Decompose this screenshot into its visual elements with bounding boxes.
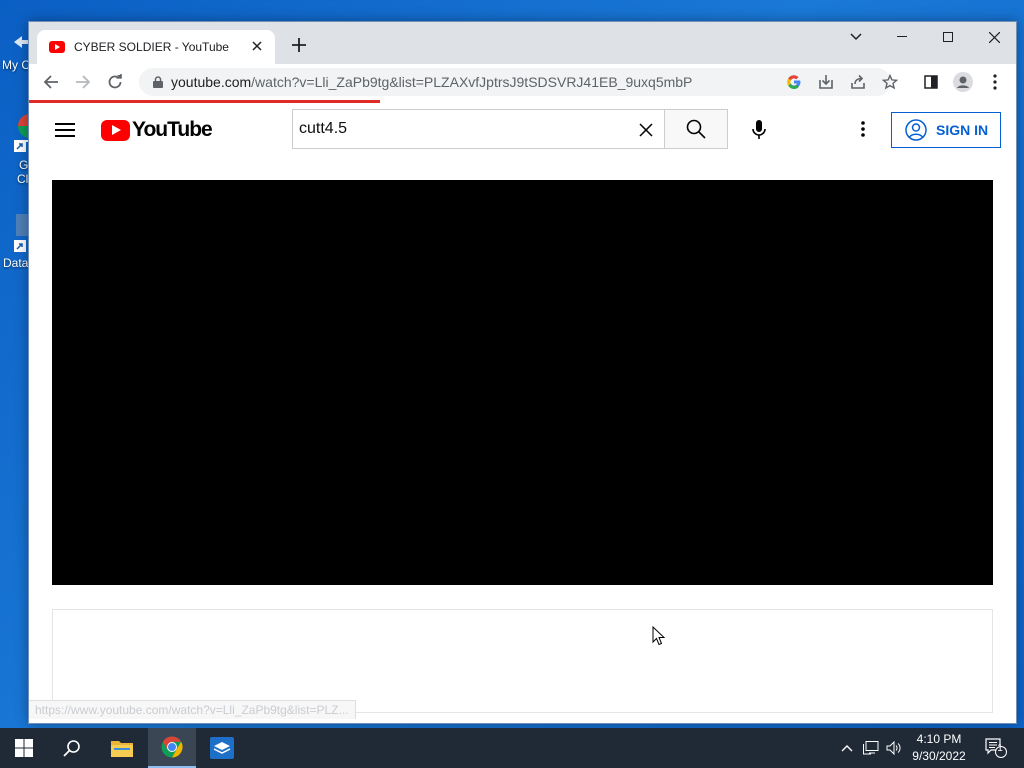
shortcut-arrow-icon bbox=[14, 140, 26, 152]
reload-button[interactable] bbox=[101, 68, 129, 96]
tab-close-icon[interactable] bbox=[247, 38, 267, 56]
notification-count-badge: 1 bbox=[997, 743, 1003, 754]
windows-logo-icon bbox=[15, 739, 33, 757]
network-icon[interactable] bbox=[860, 728, 882, 768]
google-lens-icon[interactable] bbox=[780, 68, 808, 96]
back-button[interactable] bbox=[37, 68, 65, 96]
data-folder-icon[interactable] bbox=[14, 214, 28, 254]
search-icon bbox=[63, 740, 80, 757]
desktop-icon-label-my-computer[interactable]: My C bbox=[2, 58, 30, 72]
link-status-bubble: https://www.youtube.com/watch?v=Lli_ZaPb… bbox=[29, 700, 356, 719]
bookmark-star-icon[interactable] bbox=[876, 68, 904, 96]
voice-search-button[interactable] bbox=[739, 110, 779, 150]
tab-title: CYBER SOLDIER - YouTube bbox=[74, 40, 229, 54]
tab-search-chevron-icon[interactable] bbox=[833, 22, 879, 52]
app-taskbar-button[interactable] bbox=[198, 728, 246, 768]
youtube-favicon-icon bbox=[49, 41, 65, 53]
file-explorer-button[interactable] bbox=[98, 728, 146, 768]
search-icon bbox=[686, 119, 706, 139]
taskbar-search-button[interactable] bbox=[48, 728, 96, 768]
youtube-logo-text: YouTube bbox=[132, 118, 213, 141]
new-tab-button[interactable] bbox=[287, 33, 311, 57]
tab-youtube[interactable]: CYBER SOLDIER - YouTube bbox=[37, 30, 275, 64]
clock-time: 4:10 PM bbox=[916, 732, 962, 746]
guide-menu-icon[interactable] bbox=[53, 119, 77, 143]
side-panel-icon[interactable] bbox=[917, 68, 945, 96]
tab-strip: CYBER SOLDIER - YouTube bbox=[29, 22, 1016, 64]
folder-icon bbox=[111, 741, 133, 757]
install-app-icon[interactable] bbox=[812, 68, 840, 96]
chrome-menu-icon[interactable] bbox=[981, 68, 1009, 96]
share-icon[interactable] bbox=[844, 68, 872, 96]
mouse-cursor-icon bbox=[652, 626, 666, 646]
clock-date: 9/30/2022 bbox=[912, 749, 966, 763]
system-clock[interactable]: 4:10 PM 9/30/2022 bbox=[904, 731, 974, 765]
video-player[interactable] bbox=[52, 180, 993, 585]
youtube-logo[interactable]: YouTube bbox=[101, 118, 213, 142]
recycle-arrow-icon bbox=[14, 36, 28, 48]
maximize-button[interactable] bbox=[925, 22, 971, 52]
desktop-icon-label-chrome-2[interactable]: Cl bbox=[17, 172, 28, 186]
youtube-masthead: YouTube SIGN IN bbox=[29, 103, 1016, 157]
forward-button[interactable] bbox=[69, 68, 97, 96]
chrome-window: CYBER SOLDIER - YouTube youtube.com/watc… bbox=[28, 21, 1017, 724]
settings-more-icon[interactable] bbox=[851, 117, 875, 141]
browser-toolbar: youtube.com/watch?v=Lli_ZaPb9tg&list=PLZ… bbox=[29, 64, 1016, 100]
desktop-icon-label-data[interactable]: Data bbox=[3, 256, 28, 270]
chrome-icon bbox=[161, 736, 183, 758]
microphone-icon bbox=[752, 120, 766, 139]
url-path: /watch?v=Lli_ZaPb9tg&list=PLZAXvfJptrsJ9… bbox=[251, 74, 693, 90]
address-bar[interactable]: youtube.com/watch?v=Lli_ZaPb9tg&list=PLZ… bbox=[139, 68, 898, 96]
url-host: youtube.com bbox=[171, 74, 252, 90]
youtube-play-logo-icon bbox=[101, 119, 130, 141]
start-button[interactable] bbox=[0, 728, 48, 768]
show-hidden-icons-chevron-icon[interactable] bbox=[836, 728, 858, 768]
app-box-icon bbox=[210, 737, 234, 759]
search-button[interactable] bbox=[664, 109, 728, 149]
notification-center-icon[interactable]: 1 bbox=[982, 728, 1010, 768]
search-box bbox=[292, 109, 664, 149]
account-circle-icon bbox=[905, 119, 927, 141]
address-url[interactable]: youtube.com/watch?v=Lli_ZaPb9tg&list=PLZ… bbox=[171, 74, 692, 90]
taskbar: 4:10 PM 9/30/2022 1 bbox=[0, 728, 1024, 768]
chrome-taskbar-button[interactable] bbox=[148, 728, 196, 768]
clear-search-icon[interactable] bbox=[634, 118, 658, 142]
search-input[interactable] bbox=[299, 120, 619, 138]
close-window-button[interactable] bbox=[971, 22, 1016, 52]
sign-in-label: SIGN IN bbox=[936, 122, 989, 138]
minimize-button[interactable] bbox=[879, 22, 925, 52]
volume-icon[interactable] bbox=[883, 728, 905, 768]
desktop-icon-label-chrome[interactable]: G bbox=[19, 158, 28, 172]
lock-icon[interactable] bbox=[147, 76, 169, 88]
video-info-panel bbox=[52, 609, 993, 713]
sign-in-button[interactable]: SIGN IN bbox=[891, 112, 1001, 148]
profile-avatar-icon[interactable] bbox=[949, 68, 977, 96]
